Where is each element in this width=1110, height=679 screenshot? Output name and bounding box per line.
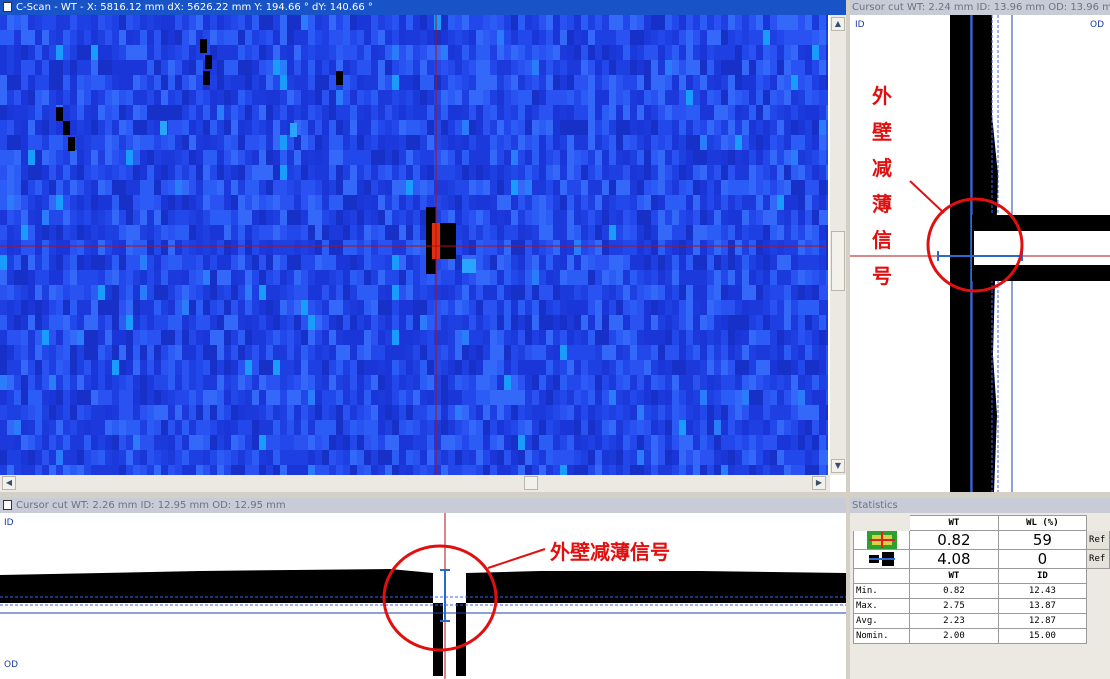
min-wt: 0.82 [909,583,999,599]
nomin-wt: 2.00 [909,628,999,644]
header-wt: WT [909,515,999,531]
row2-wl: 0 [997,549,1088,569]
window-icon [3,2,12,12]
cursor-cut-right-panel: Cursor cut WT: 2.24 mm ID: 13.96 mm OD: … [850,0,1110,492]
annotation-char: 壁 [872,120,892,144]
row1-wt: 0.82 [909,530,999,550]
min-label: Min. [852,583,911,599]
annotation-text: 外壁减薄信号 [550,540,670,564]
ref-button[interactable]: Ref [1086,530,1110,550]
vscroll-thumb[interactable] [831,231,845,291]
avg-id: 12.87 [997,613,1088,629]
table-row: Max. 2.75 13.87 [852,598,1110,614]
table-row: 0.82 59 Ref [852,530,1110,550]
scroll-down-arrow-icon[interactable]: ▼ [831,459,845,473]
col-header-wt: WT [909,568,999,584]
cursor-reference-icon[interactable] [866,531,897,549]
hscroll-thumb[interactable] [524,476,538,490]
scroll-up-arrow-icon[interactable]: ▲ [831,17,845,31]
annotation-pointer [487,548,546,569]
max-label: Max. [852,598,911,614]
row2-wt: 4.08 [909,549,999,569]
annotation-char: 薄 [872,192,892,216]
cursor-cut-bottom-panel: Cursor cut WT: 2.26 mm ID: 12.95 mm OD: … [0,498,846,679]
statistics-titlebar[interactable]: Statistics [850,498,1110,513]
table-row: 4.08 0 Ref [852,549,1110,569]
cursor-cut-bottom-titlebar[interactable]: Cursor cut WT: 2.26 mm ID: 12.95 mm OD: … [0,498,846,513]
header-wl: WL (%) [997,515,1088,531]
table-row: Min. 0.82 12.43 [852,583,1110,599]
cscan-vscrollbar[interactable]: ▲ ▼ [830,15,846,475]
annotation-pointer [909,180,945,214]
cscan-heatmap [0,15,828,475]
scroll-left-arrow-icon[interactable]: ◀ [2,476,16,490]
nomin-id: 15.00 [997,628,1088,644]
table-row: Nomin. 2.00 15.00 [852,628,1110,644]
row1-wl: 59 [997,530,1088,550]
cscan-hscrollbar[interactable]: ◀ ▶ [0,475,830,492]
cursor-cut-bottom-title: Cursor cut WT: 2.26 mm ID: 12.95 mm OD: … [16,500,286,511]
cursor-measure-icon[interactable] [866,550,897,568]
scroll-right-arrow-icon[interactable]: ▶ [812,476,826,490]
annotation-char: 信 [872,228,892,252]
ref-button[interactable]: Ref [1086,549,1110,569]
statistics-table: WT WL (%) 0.82 59 Ref 4.08 0 Ref WT ID M… [852,515,1110,644]
annotation-char: 减 [872,156,892,180]
max-id: 13.87 [997,598,1088,614]
cscan-titlebar[interactable]: C-Scan - WT - X: 5816.12 mm dX: 5626.22 … [0,0,846,15]
cursor-cut-right-titlebar[interactable]: Cursor cut WT: 2.24 mm ID: 13.96 mm OD: … [850,0,1110,15]
avg-label: Avg. [852,613,911,629]
annotation-vertical: 外 壁 减 薄 信 号 [872,78,900,294]
table-row: Avg. 2.23 12.87 [852,613,1110,629]
cscan-title: C-Scan - WT - X: 5816.12 mm dX: 5626.22 … [16,2,373,13]
annotation-char: 号 [872,264,892,288]
annotation-char: 外 [872,84,892,108]
col-header-id: ID [997,568,1088,584]
statistics-title: Statistics [852,500,898,511]
window-icon [3,500,12,510]
cscan-image[interactable] [0,15,828,475]
avg-wt: 2.23 [909,613,999,629]
cscan-panel: C-Scan - WT - X: 5816.12 mm dX: 5626.22 … [0,0,846,492]
cursor-cut-right-title: Cursor cut WT: 2.24 mm ID: 13.96 mm OD: … [852,2,1110,13]
cursor-cut-bottom-profile [0,513,846,679]
nomin-label: Nomin. [852,628,911,644]
statistics-panel: Statistics WT WL (%) 0.82 59 Ref 4.08 0 … [850,498,1110,679]
max-wt: 2.75 [909,598,999,614]
min-id: 12.43 [997,583,1088,599]
